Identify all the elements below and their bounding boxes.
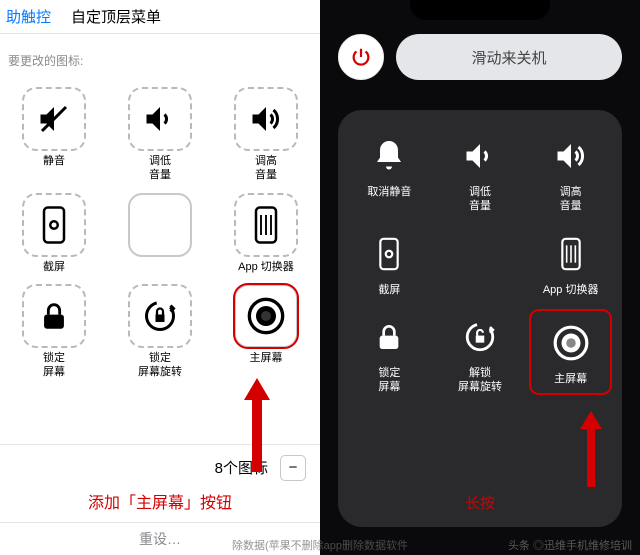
bell-icon — [371, 138, 407, 174]
at-label: 截屏 — [378, 284, 400, 298]
grid-label: 调高音量 — [255, 155, 277, 183]
grid-item-vol-down[interactable]: 调低音量 — [114, 87, 206, 183]
right-panel: 滑动来关机 取消静音 调低音量 调高音量 截屏 — [320, 0, 640, 555]
at-item-screenshot[interactable]: 截屏 — [348, 226, 431, 298]
grid-label: 截屏 — [43, 261, 65, 275]
grid-label: 主屏幕 — [250, 352, 283, 366]
at-item-lock[interactable]: 锁定屏幕 — [348, 309, 431, 395]
annotation-arrow-right — [580, 411, 602, 487]
device-notch — [410, 0, 550, 20]
at-label: 调高音量 — [560, 186, 582, 214]
lock-icon — [373, 321, 405, 353]
volume-up-icon — [248, 101, 284, 137]
grid-item-empty[interactable] — [114, 193, 206, 275]
at-label: 锁定屏幕 — [378, 367, 400, 395]
grid-label: App 切换器 — [238, 261, 294, 275]
at-label: 调低音量 — [469, 186, 491, 214]
volume-down-icon — [462, 138, 498, 174]
assistive-touch-panel: 取消静音 调低音量 调高音量 截屏 — [338, 110, 622, 527]
left-header: 助触控 自定顶层菜单 — [0, 0, 320, 34]
page-title: 自定顶层菜单 — [71, 6, 161, 27]
at-label: 解锁屏幕旋转 — [458, 367, 502, 395]
icon-count-row: 8个图标 − — [0, 444, 320, 491]
at-item-vol-down[interactable]: 调低音量 — [439, 128, 522, 214]
section-subtitle: 要更改的图标: — [0, 34, 320, 77]
at-item-home[interactable]: 主屏幕 — [529, 309, 612, 395]
left-panel: 助触控 自定顶层菜单 要更改的图标: 静音 调低音量 调高音量 — [0, 0, 320, 555]
app-switcher-icon — [251, 205, 281, 245]
volume-up-icon — [553, 138, 589, 174]
screenshot-icon — [376, 236, 402, 272]
grid-label: 静音 — [43, 155, 65, 169]
grid-item-vol-up[interactable]: 调高音量 — [220, 87, 312, 183]
home-button-icon — [246, 296, 286, 336]
grid-item-app-switcher[interactable]: App 切换器 — [220, 193, 312, 275]
watermark-right: 头条 ◎迅维手机维修培训 — [508, 537, 632, 553]
icon-grid-left: 静音 调低音量 调高音量 截屏 — [0, 77, 320, 384]
grid-label: 锁定屏幕旋转 — [138, 352, 182, 380]
grid-item-rotation-lock[interactable]: 锁定屏幕旋转 — [114, 284, 206, 380]
rotation-lock-icon — [142, 298, 178, 334]
at-item-empty[interactable] — [439, 226, 522, 298]
screenshot-icon — [39, 205, 69, 245]
grid-item-home[interactable]: 主屏幕 — [220, 284, 312, 380]
at-item-unmute[interactable]: 取消静音 — [348, 128, 431, 214]
rotation-unlock-icon — [463, 320, 497, 354]
at-item-app-switcher[interactable]: App 切换器 — [529, 226, 612, 298]
at-item-vol-up[interactable]: 调高音量 — [529, 128, 612, 214]
at-item-rotation-unlock[interactable]: 解锁屏幕旋转 — [439, 309, 522, 395]
at-label: App 切换器 — [543, 284, 599, 298]
slide-to-power-off[interactable]: 滑动来关机 — [396, 34, 622, 80]
annotation-arrow-left — [244, 378, 270, 472]
home-button-icon — [552, 324, 590, 362]
grid-label: 调低音量 — [149, 155, 171, 183]
decrease-button[interactable]: − — [280, 455, 306, 481]
grid-item-mute[interactable]: 静音 — [8, 87, 100, 183]
grid-item-lock[interactable]: 锁定屏幕 — [8, 284, 100, 380]
lock-icon — [37, 299, 71, 333]
at-label: 取消静音 — [367, 186, 411, 200]
mute-icon — [36, 101, 72, 137]
volume-down-icon — [142, 101, 178, 137]
power-off-slider-row: 滑动来关机 — [338, 30, 622, 84]
annotation-text-right: 长按 — [338, 492, 622, 513]
grid-label: 锁定屏幕 — [43, 352, 65, 380]
power-icon[interactable] — [338, 34, 384, 80]
app-switcher-icon — [558, 236, 584, 272]
grid-item-screenshot[interactable]: 截屏 — [8, 193, 100, 275]
back-button[interactable]: 助触控 — [0, 6, 57, 27]
annotation-text-left: 添加「主屏幕」按钮 — [0, 489, 320, 513]
at-label: 主屏幕 — [554, 373, 587, 387]
